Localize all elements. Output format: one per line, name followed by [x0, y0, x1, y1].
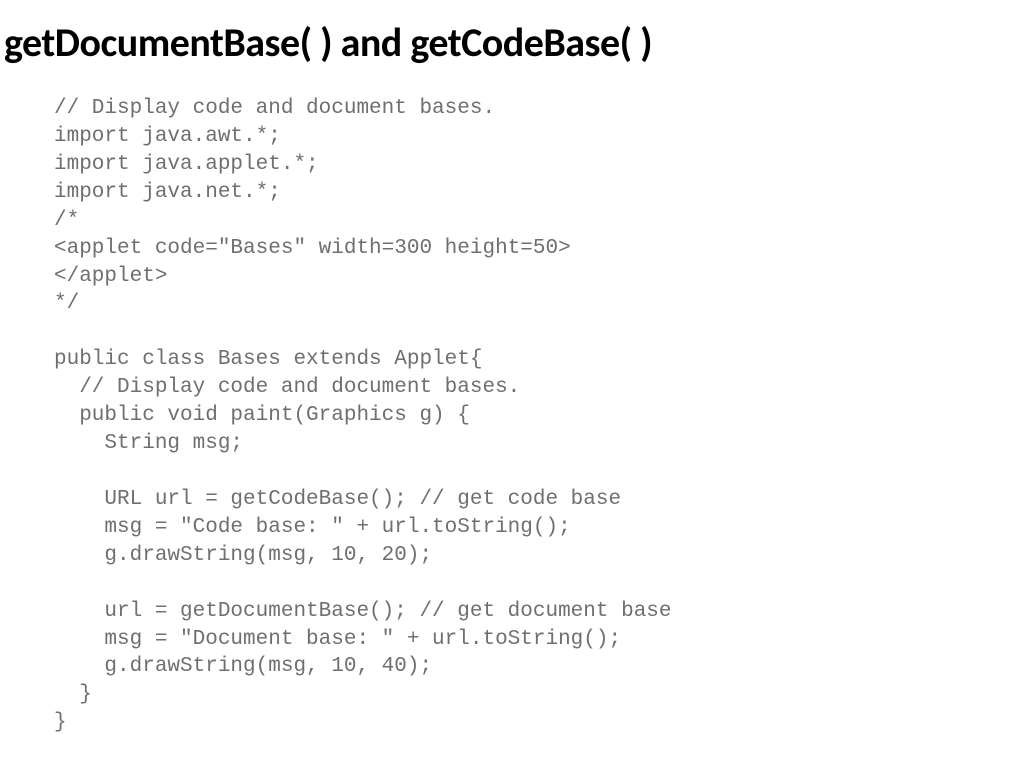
- slide-title: getDocumentBase( ) and getCodeBase( ): [0, 18, 1024, 67]
- slide: getDocumentBase( ) and getCodeBase( ) //…: [0, 0, 1024, 768]
- code-listing: // Display code and document bases. impo…: [54, 95, 1024, 737]
